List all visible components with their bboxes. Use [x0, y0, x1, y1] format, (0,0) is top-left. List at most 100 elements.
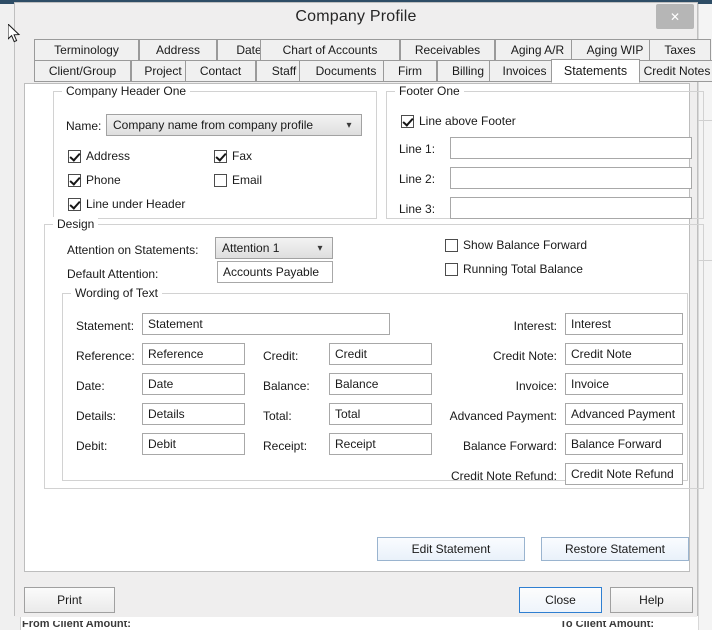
checkbox-running-total-balance[interactable]: Running Total Balance: [445, 261, 583, 277]
tab-label: Billing: [451, 64, 484, 78]
checkbox-label: Line above Footer: [419, 114, 516, 128]
invoice-label: Invoice:: [515, 379, 557, 393]
balance-forward-input[interactable]: Balance Forward: [565, 433, 683, 455]
tab-address[interactable]: Address: [139, 39, 217, 61]
tab-aging-wip[interactable]: Aging WIP: [571, 39, 659, 61]
tab-label: Documents: [315, 64, 377, 78]
reference-input[interactable]: Reference: [142, 343, 245, 365]
tab-label: Aging A/R: [510, 43, 565, 57]
dialog-bottom-bar: Print Close Help: [15, 575, 697, 617]
tab-strip: Terminology Address Dates Chart of Accounts…: [24, 39, 712, 84]
tab-label: Firm: [398, 64, 422, 78]
balance-label: Balance:: [263, 379, 310, 393]
edit-statement-button[interactable]: Edit Statement: [377, 537, 525, 561]
tab-contact[interactable]: Contact: [185, 60, 256, 82]
checkbox-box: [445, 262, 458, 276]
checkbox-box: [68, 173, 81, 187]
default-attention-label: Default Attention:: [67, 267, 159, 281]
statements-tab-page: Company Header One Name: Company name fr…: [24, 83, 704, 572]
debit-label: Debit:: [76, 439, 108, 453]
tab-label: Aging WIP: [586, 43, 644, 57]
tab-label: Statements: [563, 64, 628, 78]
checkbox-email[interactable]: Email: [214, 172, 262, 188]
details-input[interactable]: Details: [142, 403, 245, 425]
checkbox-fax[interactable]: Fax: [214, 148, 252, 164]
design-title: Design: [53, 217, 99, 231]
name-label: Name:: [66, 119, 102, 133]
checkbox-box: [214, 149, 227, 163]
tab-invoices[interactable]: Invoices: [489, 60, 560, 82]
close-dialog-button[interactable]: Close: [519, 587, 602, 613]
receipt-input[interactable]: Receipt: [329, 433, 432, 455]
checkbox-box: [214, 173, 227, 187]
reference-label: Reference:: [76, 349, 135, 363]
checkbox-label: Phone: [86, 173, 121, 187]
advanced-payment-input[interactable]: Advanced Payment: [565, 403, 683, 425]
balance-forward-label: Balance Forward:: [462, 439, 557, 453]
advanced-payment-label: Advanced Payment:: [449, 409, 557, 423]
checkbox-box: [445, 238, 458, 252]
checkbox-line-above-footer[interactable]: Line above Footer: [401, 113, 516, 129]
credit-label: Credit:: [263, 349, 299, 363]
checkbox-label: Email: [232, 173, 263, 187]
tab-taxes[interactable]: Taxes: [649, 39, 711, 61]
tab-chart-of-accounts[interactable]: Chart of Accounts: [260, 39, 400, 61]
tab-label: Credit Notes: [643, 64, 711, 78]
date-input[interactable]: Date: [142, 373, 245, 395]
attention-on-statements-dropdown[interactable]: Attention 1 ▾: [215, 237, 333, 259]
statement-label: Statement:: [76, 319, 135, 333]
checkbox-box: [68, 149, 81, 163]
company-header-one-group: Company Header One Name: Company name fr…: [53, 84, 377, 219]
checkbox-label: Line under Header: [86, 197, 186, 211]
checkbox-show-balance-forward[interactable]: Show Balance Forward: [445, 237, 587, 253]
tab-label: Project: [144, 64, 182, 78]
checkbox-line-under-header[interactable]: Line under Header: [68, 196, 185, 212]
credit-note-refund-label: Credit Note Refund:: [450, 469, 557, 483]
footer-one-title: Footer One: [395, 84, 464, 98]
line-1-input[interactable]: [450, 137, 692, 159]
background-text-right: To Client Amount:: [560, 621, 655, 630]
tab-receivables[interactable]: Receivables: [400, 39, 495, 61]
tab-terminology[interactable]: Terminology: [34, 39, 139, 61]
balance-input[interactable]: Balance: [329, 373, 432, 395]
checkbox-phone[interactable]: Phone: [68, 172, 121, 188]
credit-note-refund-input[interactable]: Credit Note Refund: [565, 463, 683, 485]
company-name-dropdown[interactable]: Company name from company profile ▾: [106, 114, 362, 136]
restore-statement-button[interactable]: Restore Statement: [541, 537, 689, 561]
debit-input[interactable]: Debit: [142, 433, 245, 455]
tab-documents[interactable]: Documents: [299, 60, 393, 82]
close-button[interactable]: ✕: [656, 4, 694, 29]
checkbox-label: Show Balance Forward: [463, 238, 588, 252]
total-input[interactable]: Total: [329, 403, 432, 425]
chevron-down-icon: ▾: [346, 119, 352, 131]
print-button[interactable]: Print: [24, 587, 115, 613]
credit-note-input[interactable]: Credit Note: [565, 343, 683, 365]
wording-of-text-title: Wording of Text: [71, 286, 162, 300]
details-label: Details:: [76, 409, 117, 423]
background-status-text: From Client Amount: To Client Amount:: [0, 621, 712, 630]
credit-note-label: Credit Note:: [492, 349, 557, 363]
line-2-label: Line 2:: [399, 172, 436, 186]
statement-input[interactable]: Statement: [142, 313, 390, 335]
checkbox-label: Address: [86, 149, 131, 163]
company-profile-dialog: Company Profile ✕ Terminology Address Date…: [14, 2, 712, 617]
credit-input[interactable]: Credit: [329, 343, 432, 365]
tab-label: Staff: [271, 64, 297, 78]
tab-statements[interactable]: Statements: [551, 59, 640, 83]
checkbox-box: [401, 114, 414, 128]
tab-firm[interactable]: Firm: [383, 60, 437, 82]
tab-label: Receivables: [414, 43, 481, 57]
line-3-input[interactable]: [450, 197, 692, 219]
checkbox-address[interactable]: Address: [68, 148, 130, 164]
dialog-titlebar: Company Profile ✕: [15, 3, 697, 35]
tab-aging-a-r[interactable]: Aging A/R: [495, 39, 580, 61]
interest-input[interactable]: Interest: [565, 313, 683, 335]
default-attention-input[interactable]: Accounts Payable: [217, 261, 333, 283]
line-2-input[interactable]: [450, 167, 692, 189]
tab-credit-notes[interactable]: Credit Notes: [631, 60, 712, 82]
checkbox-label: Fax: [232, 149, 253, 163]
invoice-input[interactable]: Invoice: [565, 373, 683, 395]
tab-label: Contact: [199, 64, 242, 78]
tab-client-group[interactable]: Client/Group: [34, 60, 131, 82]
help-button[interactable]: Help: [610, 587, 693, 613]
